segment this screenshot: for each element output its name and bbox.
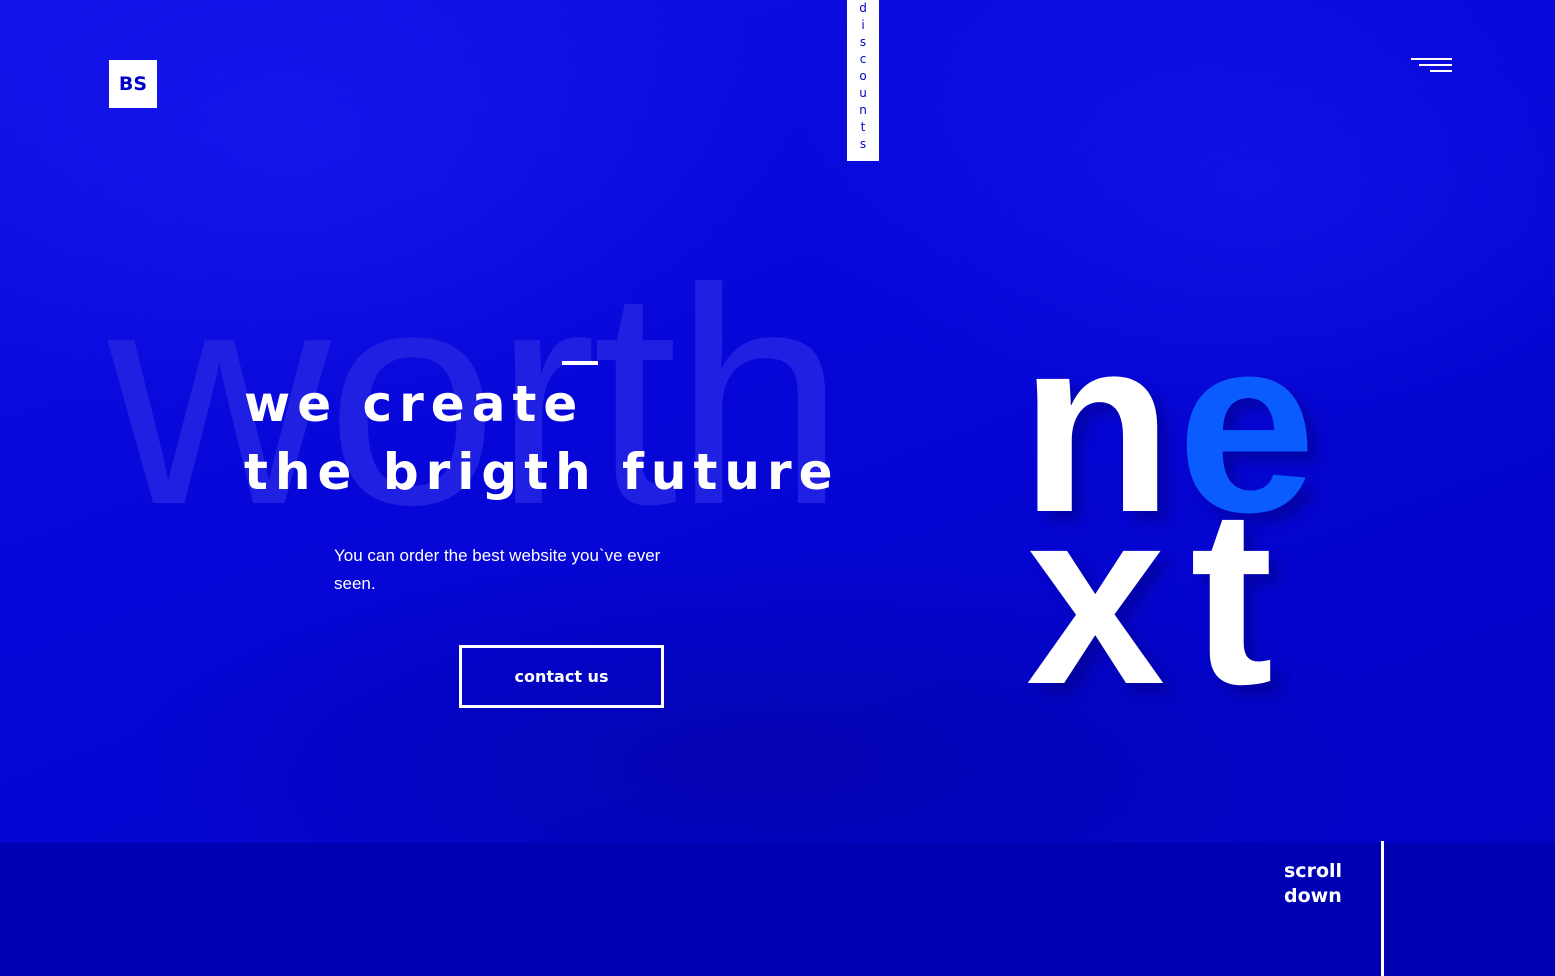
big-letter-t: t: [1190, 457, 1274, 736]
next-word: n e x t: [1020, 300, 1420, 736]
brand-logo[interactable]: BS: [109, 60, 157, 108]
discounts-letter: t: [860, 120, 866, 134]
discounts-tab[interactable]: d i s c o u n t s: [847, 0, 879, 161]
headline-line-1: we create: [244, 375, 585, 433]
hamburger-menu-icon[interactable]: [1410, 58, 1452, 78]
discounts-letter: s: [859, 35, 867, 49]
scroll-down-link[interactable]: scroll down: [1284, 859, 1342, 909]
discounts-letter: d: [859, 1, 867, 15]
scroll-indicator-line: [1381, 841, 1384, 976]
discounts-letter: n: [859, 103, 867, 117]
contact-us-button[interactable]: contact us: [459, 645, 664, 708]
scroll-down-line-2: down: [1284, 885, 1342, 907]
hero-subtitle: You can order the best website you`ve ev…: [334, 546, 661, 593]
menu-line: [1419, 64, 1452, 66]
big-letter-x: x: [1026, 457, 1166, 736]
menu-line: [1411, 58, 1452, 60]
discounts-letter: o: [859, 69, 867, 83]
hero-headline: we create the brigth future: [244, 370, 840, 506]
headline-line-2: the brigth future: [244, 443, 840, 501]
discounts-letter: i: [861, 18, 865, 32]
logo-text: BS: [118, 73, 148, 95]
discounts-letter: c: [859, 52, 867, 66]
discounts-letter: s: [859, 137, 867, 151]
headline-dash: [562, 361, 598, 365]
landing-page: BS d i s c o u n t s worth we create the…: [0, 0, 1555, 976]
discounts-letter: u: [859, 86, 867, 100]
scroll-down-line-1: scroll: [1284, 860, 1343, 882]
menu-line: [1430, 70, 1452, 72]
